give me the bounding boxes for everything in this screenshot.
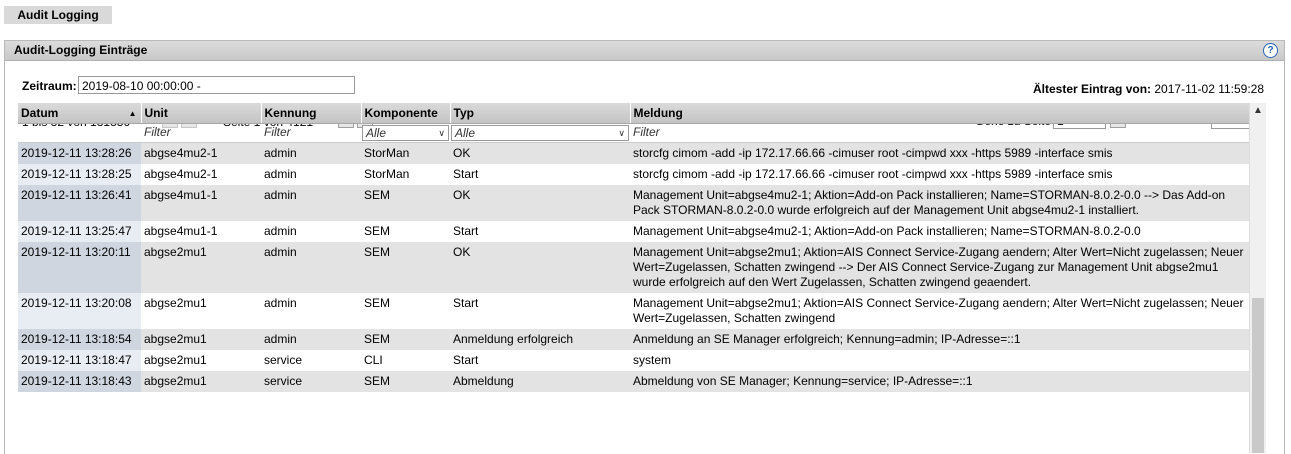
- cell-komponente: SEM: [361, 293, 450, 329]
- cell-kennung: admin: [261, 221, 361, 242]
- cell-komponente: SEM: [361, 371, 450, 392]
- cell-datum: 2019-12-11 13:18:43: [18, 371, 141, 392]
- cell-komponente: CLI: [361, 350, 450, 371]
- cell-datum: 2019-12-11 13:20:08: [18, 293, 141, 329]
- chevron-down-icon: ∨: [438, 128, 445, 138]
- table-row[interactable]: 2019-12-11 13:18:43 abgse2mu1 service SEM Ab…: [18, 371, 1249, 392]
- cell-typ: OK: [450, 242, 630, 293]
- cell-unit: abgse2mu1: [141, 293, 261, 329]
- column-header-typ[interactable]: Typ: [450, 103, 631, 124]
- cell-kennung: admin: [261, 142, 361, 164]
- cell-unit: abgse4mu2-1: [141, 164, 261, 185]
- cell-typ: OK: [450, 142, 630, 164]
- cell-datum: 2019-12-11 13:20:11: [18, 242, 141, 293]
- column-header-unit[interactable]: Unit: [141, 103, 262, 124]
- table-header-row: Datum ▲ Unit Kennung Komponente Typ Meldu…: [18, 103, 1250, 124]
- column-label: Datum: [21, 106, 59, 120]
- cell-komponente: SEM: [361, 185, 450, 221]
- cell-typ: Start: [450, 350, 630, 371]
- column-header-komponente[interactable]: Komponente: [361, 103, 451, 124]
- cell-meldung: Management Unit=abgse4mu2-1; Aktion=Add-…: [630, 221, 1249, 242]
- filter-komponente-select[interactable]: Alle ∨: [362, 125, 449, 141]
- cell-typ: Start: [450, 164, 630, 185]
- cell-typ: Abmeldung: [450, 371, 630, 392]
- cell-komponente: StorMan: [361, 164, 450, 185]
- cell-meldung: Abmeldung von SE Manager; Kennung=servic…: [630, 371, 1249, 392]
- cell-typ: Start: [450, 293, 630, 329]
- filter-typ-value: Alle: [455, 126, 476, 140]
- cell-meldung: storcfg cimom -add -ip 172.17.66.66 -cim…: [630, 164, 1249, 185]
- panel-title: Audit-Logging Einträge: [14, 43, 148, 57]
- cell-komponente: SEM: [361, 242, 450, 293]
- cell-kennung: admin: [261, 164, 361, 185]
- tab-audit-logging[interactable]: Audit Logging: [4, 6, 112, 24]
- cell-meldung: storcfg cimom -add -ip 172.17.66.66 -cim…: [630, 142, 1249, 164]
- sort-asc-icon: ▲: [128, 109, 137, 118]
- filter-unit-input[interactable]: Filter: [141, 123, 261, 143]
- cell-unit: abgse2mu1: [141, 350, 261, 371]
- cell-meldung: Anmeldung an SE Manager erfolgreich; Ken…: [630, 329, 1249, 350]
- cell-meldung: Management Unit=abgse4mu2-1; Aktion=Add-…: [630, 185, 1249, 221]
- table-scrollbar[interactable]: ▲: [1249, 103, 1266, 453]
- cell-komponente: StorMan: [361, 142, 450, 164]
- filter-datum: [18, 123, 141, 143]
- cell-unit: abgse2mu1: [141, 329, 261, 350]
- table-row[interactable]: 2019-12-11 13:28:25 abgse4mu2-1 admin StorM…: [18, 164, 1249, 185]
- table-row[interactable]: 2019-12-11 13:18:54 abgse2mu1 admin SEM Anme…: [18, 329, 1249, 350]
- cell-kennung: service: [261, 371, 361, 392]
- zeitraum-input[interactable]: 2019-08-10 00:00:00 -: [78, 76, 355, 94]
- cell-unit: abgse4mu1-1: [141, 185, 261, 221]
- cell-kennung: service: [261, 350, 361, 371]
- filter-kennung-input[interactable]: Filter: [261, 123, 361, 143]
- scrollbar-thumb[interactable]: [1252, 298, 1264, 453]
- help-icon[interactable]: ?: [1263, 43, 1278, 58]
- filter-meldung-input[interactable]: Filter: [630, 123, 1249, 143]
- column-header-kennung[interactable]: Kennung: [261, 103, 362, 124]
- table-row[interactable]: 2019-12-11 13:28:26 abgse4mu2-1 admin StorM…: [18, 142, 1249, 164]
- cell-typ: OK: [450, 185, 630, 221]
- cell-datum: 2019-12-11 13:18:54: [18, 329, 141, 350]
- filter-typ-select[interactable]: Alle ∨: [451, 125, 629, 141]
- table-row[interactable]: 2019-12-11 13:20:08 abgse2mu1 admin SEM Star…: [18, 293, 1249, 329]
- cell-meldung: system: [630, 350, 1249, 371]
- scroll-up-icon[interactable]: ▲: [1253, 105, 1263, 116]
- cell-typ: Anmeldung erfolgreich: [450, 329, 630, 350]
- cell-meldung: Management Unit=abgse2mu1; Aktion=AIS Co…: [630, 242, 1249, 293]
- table-row[interactable]: 2019-12-11 13:20:11 abgse2mu1 admin SEM OK Ma…: [18, 242, 1249, 293]
- cell-unit: abgse2mu1: [141, 242, 261, 293]
- cell-datum: 2019-12-11 13:26:41: [18, 185, 141, 221]
- filter-komponente-cell: Alle ∨: [361, 123, 450, 143]
- cell-unit: abgse2mu1: [141, 371, 261, 392]
- panel-header: Audit-Logging Einträge ?: [5, 41, 1284, 61]
- cell-kennung: admin: [261, 293, 361, 329]
- table-row[interactable]: 2019-12-11 13:26:41 abgse4mu1-1 admin SEM OK…: [18, 185, 1249, 221]
- filter-komponente-value: Alle: [366, 126, 387, 140]
- cell-unit: abgse4mu1-1: [141, 221, 261, 242]
- cell-kennung: admin: [261, 242, 361, 293]
- table-row[interactable]: 2019-12-11 13:25:47 abgse4mu1-1 admin SEM St…: [18, 221, 1249, 242]
- cell-datum: 2019-12-11 13:25:47: [18, 221, 141, 242]
- table-row[interactable]: 2019-12-11 13:18:47 abgse2mu1 service CLI St…: [18, 350, 1249, 371]
- cell-unit: abgse4mu2-1: [141, 142, 261, 164]
- cell-datum: 2019-12-11 13:28:25: [18, 164, 141, 185]
- cell-komponente: SEM: [361, 221, 450, 242]
- cell-kennung: admin: [261, 329, 361, 350]
- cell-kennung: admin: [261, 185, 361, 221]
- oldest-value: 2017-11-02 11:59:28: [1154, 82, 1265, 96]
- cell-datum: 2019-12-11 13:28:26: [18, 142, 141, 164]
- chevron-down-icon: ∨: [618, 128, 625, 138]
- oldest-label: Ältester Eintrag von:: [1033, 82, 1152, 96]
- column-header-meldung[interactable]: Meldung: [630, 103, 1250, 124]
- filter-row: Filter Filter Alle ∨ Alle ∨ Filter: [18, 123, 1249, 143]
- cell-meldung: Management Unit=abgse2mu1; Aktion=AIS Co…: [630, 293, 1249, 329]
- audit-table: Datum ▲ Unit Kennung Komponente Typ Meldu…: [18, 103, 1250, 392]
- oldest-entry: Ältester Eintrag von: 2017-11-02 11:59:2…: [1033, 82, 1264, 96]
- column-header-datum[interactable]: Datum ▲: [18, 103, 142, 124]
- filter-typ-cell: Alle ∨: [450, 123, 630, 143]
- cell-datum: 2019-12-11 13:18:47: [18, 350, 141, 371]
- cell-typ: Start: [450, 221, 630, 242]
- cell-komponente: SEM: [361, 329, 450, 350]
- zeitraum-label: Zeitraum:: [22, 79, 77, 93]
